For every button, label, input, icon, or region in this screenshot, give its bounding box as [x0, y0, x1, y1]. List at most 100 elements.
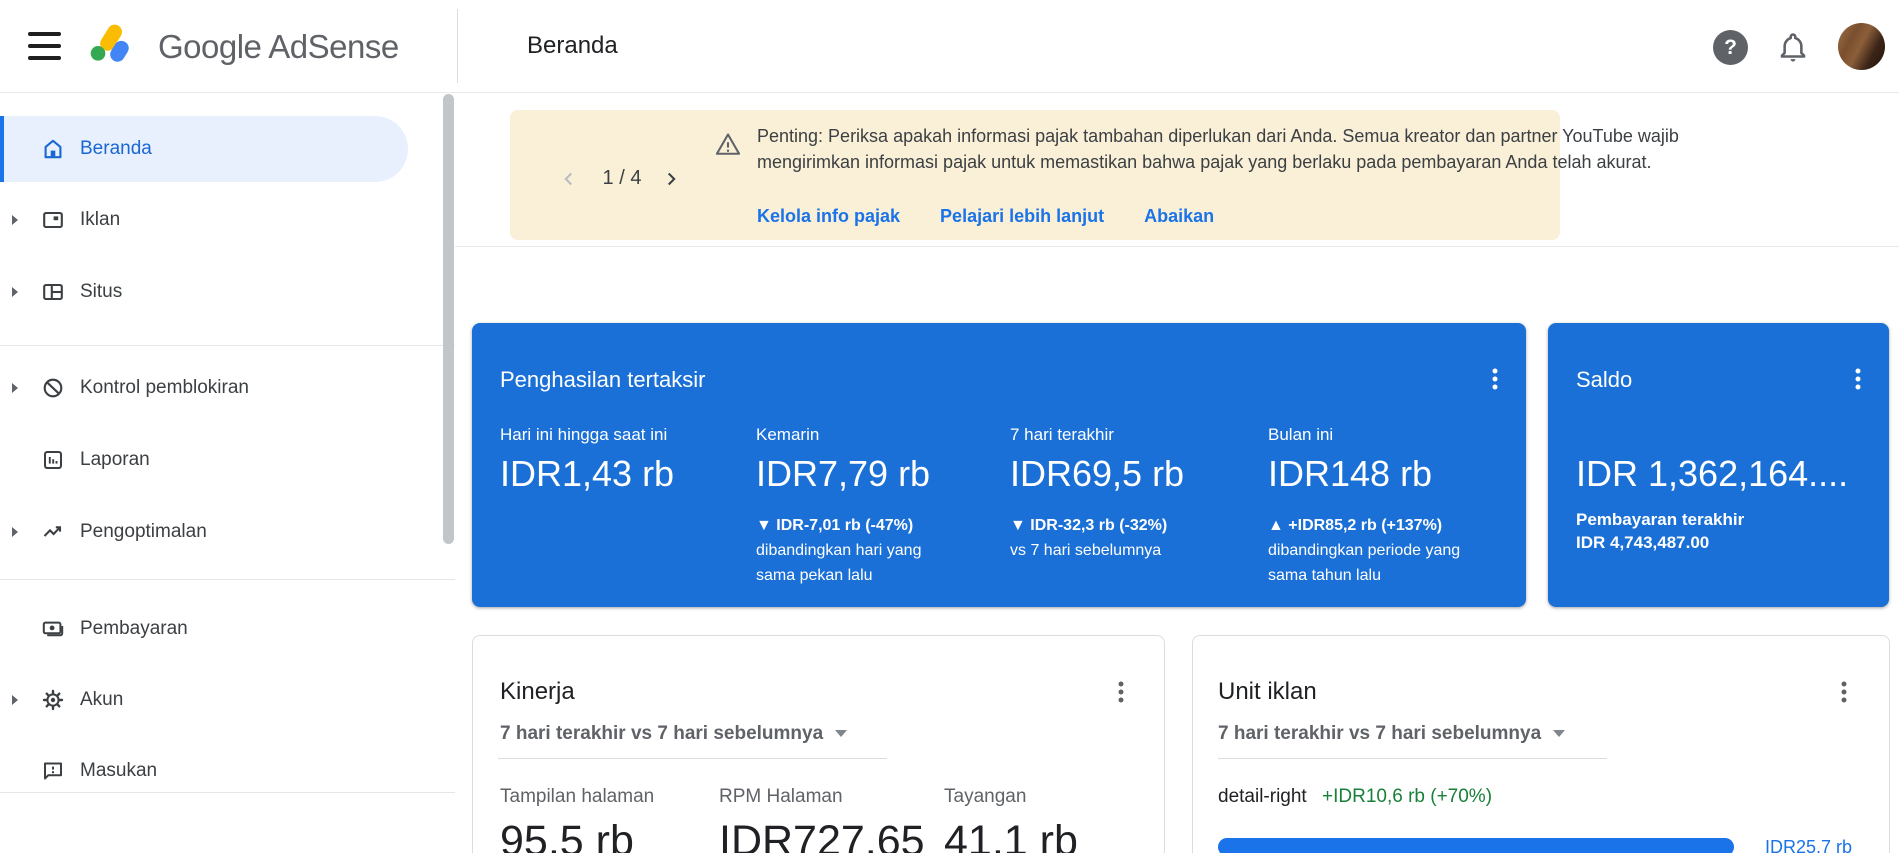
report-chart-icon [41, 448, 65, 472]
gear-icon [41, 688, 65, 712]
sites-icon [41, 280, 65, 304]
sidebar-divider [0, 345, 455, 346]
metric-value: IDR727,65 [719, 817, 925, 853]
card-title: Kinerja [500, 678, 575, 706]
dropdown-underline [498, 758, 887, 759]
hamburger-menu-icon[interactable] [28, 32, 62, 60]
ad-unit-delta: +IDR10,6 rb (+70%) [1322, 786, 1492, 807]
metric-value: IDR1,43 rb [500, 453, 674, 495]
metric-delta: ▲ +IDR85,2 rb (+137%) [1268, 513, 1442, 538]
sidebar-item-laporan[interactable]: Laporan [0, 427, 455, 493]
sidebar-item-label: Beranda [80, 138, 152, 160]
banner-prev-icon[interactable] [558, 168, 580, 190]
ad-units-card: Unit iklan 7 hari terakhir vs 7 hari seb… [1192, 635, 1890, 853]
manage-tax-info-button[interactable]: Kelola info pajak [757, 206, 900, 227]
earnings-col-last7: 7 hari terakhir IDR69,5 rb ▼ IDR-32,3 rb… [1010, 323, 1262, 607]
earnings-col-today: Hari ini hingga saat ini IDR1,43 rb [500, 323, 750, 607]
metric-label: Tayangan [944, 786, 1026, 808]
learn-more-button[interactable]: Pelajari lebih lanjut [940, 206, 1104, 227]
expand-arrow-icon [12, 215, 18, 225]
top-bar: Google AdSense Beranda ? [0, 0, 1899, 93]
metric-value: 95,5 rb [500, 817, 634, 853]
more-options-icon[interactable] [1108, 678, 1134, 706]
metric-label: Bulan ini [1268, 425, 1333, 445]
banner-actions: Kelola info pajak Pelajari lebih lanjut … [757, 206, 1214, 227]
expand-arrow-icon [12, 287, 18, 297]
metric-value: 41,1 rb [944, 817, 1078, 853]
banner-message-line2: mengirimkan informasi pajak untuk memast… [757, 149, 1652, 175]
expand-arrow-icon [12, 527, 18, 537]
product-name: Google AdSense [158, 28, 399, 66]
sidebar-item-masukan[interactable]: Masukan [0, 738, 455, 804]
home-icon [41, 137, 65, 161]
sidebar-item-kontrol-pemblokiran[interactable]: Kontrol pemblokiran [0, 355, 455, 421]
sidebar-item-situs[interactable]: Situs [0, 259, 455, 325]
metric-value: IDR148 rb [1268, 453, 1432, 495]
metric-value: IDR7,79 rb [756, 453, 930, 495]
ads-icon [41, 208, 65, 232]
sidebar-item-beranda[interactable]: Beranda [0, 116, 408, 182]
banner-pagination: 1 / 4 [592, 167, 652, 190]
metric-delta: ▼ IDR-7,01 rb (-47%) [756, 513, 913, 538]
more-options-icon[interactable] [1845, 365, 1871, 393]
feedback-icon [41, 759, 65, 783]
ad-unit-bar-value: IDR25,7 rb [1765, 837, 1852, 853]
more-options-icon[interactable] [1831, 678, 1857, 706]
ad-unit-name: detail-right [1218, 786, 1307, 807]
expand-arrow-icon [12, 383, 18, 393]
sidebar-divider [0, 579, 455, 580]
payments-icon [41, 617, 65, 641]
metric-label: Hari ini hingga saat ini [500, 425, 667, 445]
sidebar: Beranda Iklan Situs Kontrol pemblokiran [0, 92, 455, 853]
sidebar-scrollbar[interactable] [443, 94, 454, 544]
metric-note: vs 7 hari sebelumnya [1010, 538, 1161, 563]
sidebar-item-iklan[interactable]: Iklan [0, 187, 455, 253]
adsense-home-page: Google AdSense Beranda ? Beranda Iklan [0, 0, 1899, 853]
metric-note: dibandingkan hari yang [756, 538, 921, 563]
dismiss-button[interactable]: Abaikan [1144, 206, 1214, 227]
balance-card: Saldo IDR 1,362,164.... Pembayaran terak… [1548, 323, 1889, 607]
expand-arrow-icon [12, 695, 18, 705]
date-range-dropdown[interactable]: 7 hari terakhir vs 7 hari sebelumnya [1218, 723, 1565, 745]
avatar[interactable] [1838, 23, 1885, 70]
metric-note: dibandingkan periode yang [1268, 538, 1460, 563]
metric-note: sama pekan lalu [756, 563, 873, 588]
earnings-col-month: Bulan ini IDR148 rb ▲ +IDR85,2 rb (+137%… [1268, 323, 1508, 607]
metric-note: sama tahun lalu [1268, 563, 1381, 588]
sidebar-item-label: Masukan [80, 760, 157, 782]
help-icon[interactable]: ? [1713, 30, 1748, 65]
dropdown-underline [1218, 758, 1607, 759]
topbar-divider [457, 9, 458, 83]
performance-card: Kinerja 7 hari terakhir vs 7 hari sebelu… [472, 635, 1165, 853]
estimated-earnings-card: Penghasilan tertaksir Hari ini hingga sa… [472, 323, 1526, 607]
adsense-logo-icon [86, 22, 132, 73]
sidebar-item-akun[interactable]: Akun [0, 667, 455, 733]
last-payment-value: IDR 4,743,487.00 [1576, 533, 1709, 553]
warning-triangle-icon [714, 131, 742, 164]
sidebar-item-label: Akun [80, 689, 123, 711]
sidebar-item-label: Situs [80, 281, 122, 303]
metric-label: Kemarin [756, 425, 819, 445]
sidebar-item-label: Iklan [80, 209, 120, 231]
metric-delta: ▼ IDR-32,3 rb (-32%) [1010, 513, 1167, 538]
block-icon [41, 376, 65, 400]
sidebar-item-label: Pengoptimalan [80, 521, 207, 543]
balance-value: IDR 1,362,164.... [1576, 453, 1876, 495]
notifications-bell-icon[interactable] [1776, 29, 1810, 65]
date-range-dropdown[interactable]: 7 hari terakhir vs 7 hari sebelumnya [500, 723, 847, 745]
sidebar-item-pengoptimalan[interactable]: Pengoptimalan [0, 499, 455, 565]
card-title: Saldo [1576, 367, 1632, 393]
chevron-down-icon [835, 730, 847, 737]
metric-label: 7 hari terakhir [1010, 425, 1114, 445]
metric-label: Tampilan halaman [500, 786, 654, 808]
banner-next-icon[interactable] [660, 168, 682, 190]
sidebar-item-label: Kontrol pemblokiran [80, 377, 249, 399]
ad-unit-bar [1218, 838, 1734, 853]
content-divider [455, 246, 1899, 247]
chevron-down-icon [1553, 730, 1565, 737]
page-title: Beranda [527, 32, 618, 60]
metric-label: RPM Halaman [719, 786, 843, 808]
sidebar-item-pembayaran[interactable]: Pembayaran [0, 596, 455, 662]
sidebar-item-label: Pembayaran [80, 618, 188, 640]
metric-value: IDR69,5 rb [1010, 453, 1184, 495]
